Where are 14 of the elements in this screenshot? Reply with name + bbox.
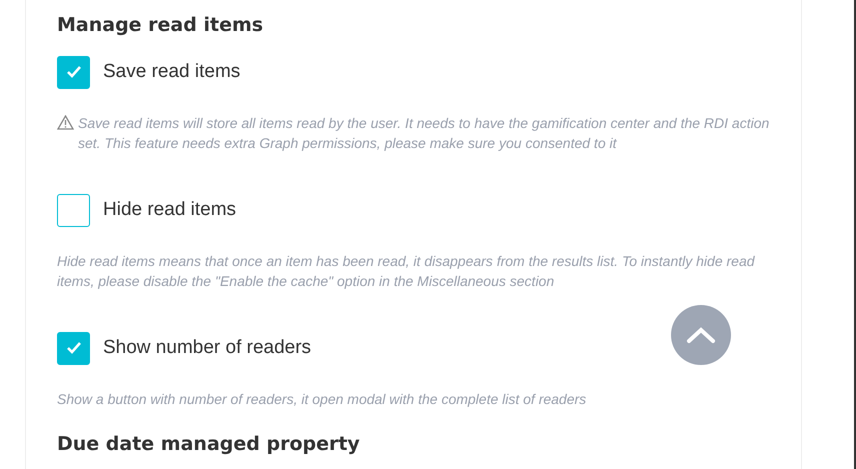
checkbox[interactable] <box>57 56 90 88</box>
option-description: Save read items will store all items read by the user. It needs to have the gamification center and the RDI action set. This feature needs extra Graph permissions, please make sure you consented to it <box>78 114 770 153</box>
chevron-up-icon <box>686 326 716 344</box>
option-label: Show number of readers <box>103 337 312 359</box>
checkbox[interactable] <box>57 194 90 226</box>
option-description: Show a button with number of readers, it open modal with the complete list of readers <box>57 390 586 409</box>
section-title: Due date managed property <box>57 433 361 455</box>
option-label: Save read items <box>103 61 240 83</box>
section-title: Manage read items <box>57 14 264 36</box>
checkbox[interactable] <box>57 332 90 364</box>
option-description: Hide read items means that once an item has been read, it disappears from the results list. To instantly hide read items, please disable the "Enable the cache" option in the Miscellaneous section <box>57 252 756 291</box>
checkmark-icon <box>66 341 82 355</box>
checkmark-icon <box>66 65 82 79</box>
option-label: Hide read items <box>103 199 236 221</box>
